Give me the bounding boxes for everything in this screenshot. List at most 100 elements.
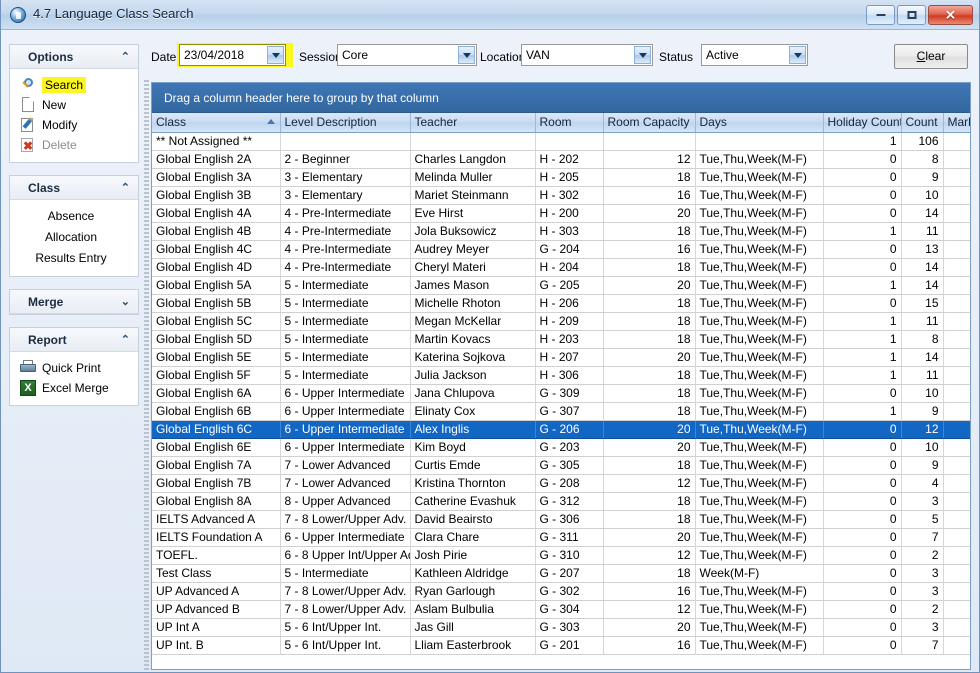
- cell-count[interactable]: 3: [901, 582, 943, 600]
- cell-days[interactable]: Tue,Thu,Week(M-F): [695, 276, 823, 294]
- cell-holiday[interactable]: 0: [823, 546, 901, 564]
- table-row[interactable]: Test Class5 - IntermediateKathleen Aldri…: [152, 564, 971, 582]
- cell-capacity[interactable]: 18: [603, 168, 695, 186]
- cell-room[interactable]: G - 204: [535, 240, 603, 258]
- sidebar-panel-header-merge[interactable]: Merge⌄: [10, 290, 138, 314]
- cell-attend[interactable]: [943, 474, 971, 492]
- cell-room[interactable]: G - 203: [535, 438, 603, 456]
- cell-room[interactable]: H - 206: [535, 294, 603, 312]
- cell-count[interactable]: 7: [901, 636, 943, 654]
- cell-class[interactable]: Global English 3B: [152, 186, 280, 204]
- cell-teacher[interactable]: Aslam Bulbulia: [410, 600, 535, 618]
- cell-class[interactable]: Test Class: [152, 564, 280, 582]
- cell-level[interactable]: 7 - Lower Advanced: [280, 474, 410, 492]
- cell-room[interactable]: G - 201: [535, 636, 603, 654]
- table-row[interactable]: UP Int A5 - 6 Int/Upper Int.Jas GillG - …: [152, 618, 971, 636]
- cell-attend[interactable]: [943, 312, 971, 330]
- cell-attend[interactable]: [943, 456, 971, 474]
- cell-days[interactable]: Tue,Thu,Week(M-F): [695, 420, 823, 438]
- cell-attend[interactable]: [943, 618, 971, 636]
- table-row[interactable]: Global English 4B4 - Pre-IntermediateJol…: [152, 222, 971, 240]
- cell-days[interactable]: Tue,Thu,Week(M-F): [695, 348, 823, 366]
- column-header-holiday[interactable]: Holiday Count: [823, 113, 901, 132]
- cell-teacher[interactable]: Julia Jackson: [410, 366, 535, 384]
- location-dropdown-arrow-icon[interactable]: [634, 46, 651, 64]
- cell-capacity[interactable]: 18: [603, 222, 695, 240]
- cell-level[interactable]: 6 - 8 Upper Int/Upper Adv: [280, 546, 410, 564]
- chevron-down-icon[interactable]: ⌄: [121, 290, 130, 314]
- cell-holiday[interactable]: 0: [823, 258, 901, 276]
- cell-count[interactable]: 9: [901, 456, 943, 474]
- cell-room[interactable]: G - 312: [535, 492, 603, 510]
- cell-capacity[interactable]: 20: [603, 528, 695, 546]
- cell-level[interactable]: 3 - Elementary: [280, 168, 410, 186]
- cell-class[interactable]: Global English 3A: [152, 168, 280, 186]
- cell-teacher[interactable]: Elinaty Cox: [410, 402, 535, 420]
- cell-count[interactable]: 9: [901, 168, 943, 186]
- cell-count[interactable]: 4: [901, 474, 943, 492]
- cell-teacher[interactable]: Clara Chare: [410, 528, 535, 546]
- cell-level[interactable]: 2 - Beginner: [280, 150, 410, 168]
- cell-days[interactable]: Tue,Thu,Week(M-F): [695, 330, 823, 348]
- cell-count[interactable]: 11: [901, 366, 943, 384]
- cell-count[interactable]: 7: [901, 528, 943, 546]
- cell-holiday[interactable]: 1: [823, 402, 901, 420]
- cell-holiday[interactable]: 0: [823, 456, 901, 474]
- cell-days[interactable]: Tue,Thu,Week(M-F): [695, 528, 823, 546]
- cell-capacity[interactable]: 20: [603, 204, 695, 222]
- cell-capacity[interactable]: 20: [603, 438, 695, 456]
- group-by-panel[interactable]: Drag a column header here to group by th…: [152, 83, 970, 113]
- cell-count[interactable]: 11: [901, 312, 943, 330]
- table-row[interactable]: Global English 5B5 - IntermediateMichell…: [152, 294, 971, 312]
- cell-count[interactable]: 3: [901, 618, 943, 636]
- column-header-room[interactable]: Room: [535, 113, 603, 132]
- cell-capacity[interactable]: 12: [603, 474, 695, 492]
- cell-class[interactable]: Global English 5C: [152, 312, 280, 330]
- cell-count[interactable]: 14: [901, 348, 943, 366]
- table-row[interactable]: Global English 5C5 - IntermediateMegan M…: [152, 312, 971, 330]
- cell-teacher[interactable]: Audrey Meyer: [410, 240, 535, 258]
- cell-days[interactable]: Tue,Thu,Week(M-F): [695, 312, 823, 330]
- cell-capacity[interactable]: 18: [603, 402, 695, 420]
- cell-count[interactable]: 10: [901, 438, 943, 456]
- cell-holiday[interactable]: 1: [823, 222, 901, 240]
- cell-teacher[interactable]: Curtis Emde: [410, 456, 535, 474]
- close-button[interactable]: ✕: [928, 5, 973, 25]
- cell-teacher[interactable]: Ryan Garlough: [410, 582, 535, 600]
- cell-days[interactable]: Tue,Thu,Week(M-F): [695, 222, 823, 240]
- cell-attend[interactable]: [943, 420, 971, 438]
- cell-holiday[interactable]: 0: [823, 384, 901, 402]
- cell-level[interactable]: 6 - Upper Intermediate: [280, 420, 410, 438]
- cell-attend[interactable]: [943, 402, 971, 420]
- cell-capacity[interactable]: 20: [603, 348, 695, 366]
- cell-count[interactable]: 14: [901, 258, 943, 276]
- cell-teacher[interactable]: Michelle Rhoton: [410, 294, 535, 312]
- sidebar-item-allocation[interactable]: Allocation: [10, 227, 138, 248]
- cell-room[interactable]: G - 307: [535, 402, 603, 420]
- cell-attend[interactable]: [943, 492, 971, 510]
- cell-holiday[interactable]: 0: [823, 528, 901, 546]
- cell-room[interactable]: G - 304: [535, 600, 603, 618]
- column-header-days[interactable]: Days: [695, 113, 823, 132]
- table-row[interactable]: Global English 5E5 - IntermediateKaterin…: [152, 348, 971, 366]
- cell-count[interactable]: 8: [901, 150, 943, 168]
- cell-class[interactable]: Global English 5F: [152, 366, 280, 384]
- status-dropdown-arrow-icon[interactable]: [789, 46, 806, 64]
- cell-class[interactable]: UP Advanced B: [152, 600, 280, 618]
- cell-holiday[interactable]: 1: [823, 276, 901, 294]
- cell-level[interactable]: 5 - 6 Int/Upper Int.: [280, 618, 410, 636]
- cell-class[interactable]: IELTS Advanced A: [152, 510, 280, 528]
- status-select[interactable]: Active: [701, 44, 808, 66]
- cell-attend[interactable]: [943, 222, 971, 240]
- table-row[interactable]: Global English 6E6 - Upper IntermediateK…: [152, 438, 971, 456]
- cell-holiday[interactable]: 0: [823, 240, 901, 258]
- cell-attend[interactable]: [943, 528, 971, 546]
- cell-holiday[interactable]: 0: [823, 438, 901, 456]
- cell-days[interactable]: Tue,Thu,Week(M-F): [695, 582, 823, 600]
- cell-holiday[interactable]: 0: [823, 564, 901, 582]
- sidebar-item-absence[interactable]: Absence: [10, 206, 138, 227]
- cell-level[interactable]: 5 - Intermediate: [280, 564, 410, 582]
- cell-class[interactable]: Global English 6C: [152, 420, 280, 438]
- cell-count[interactable]: 106: [901, 132, 943, 150]
- cell-class[interactable]: Global English 4B: [152, 222, 280, 240]
